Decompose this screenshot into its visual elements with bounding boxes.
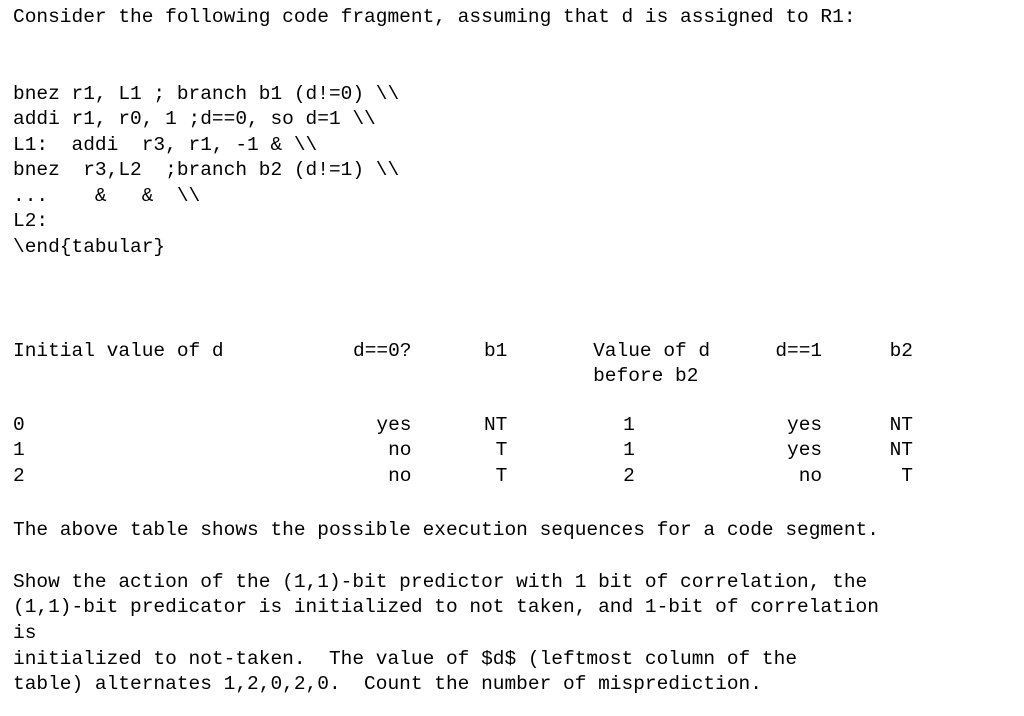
table-header-row: Initial value of d d==0? b1 Value of d be… <box>13 339 913 390</box>
spacer-cell <box>593 390 711 413</box>
document-page: Consider the following code fragment, as… <box>0 0 1024 716</box>
cell-gap <box>507 413 593 438</box>
cell-value-of-d-text: 1 <box>623 413 635 436</box>
cell-d-equals-0: no <box>388 464 412 487</box>
code-line-3: L1: addi r3, r1, -1 & \\ <box>13 134 318 156</box>
table-spacer-row <box>13 390 913 413</box>
code-line-1: bnez r1, L1 ; branch b1 (d!=0) \\ <box>13 83 400 105</box>
cell-value-of-d-text: 1 <box>623 439 635 462</box>
question-line-5: table) alternates 1,2,0,2,0. Count the n… <box>13 673 762 695</box>
cell-gap <box>507 464 593 489</box>
cell-b2: NT <box>889 439 913 462</box>
code-line-2: addi r1, r0, 1 ;d==0, so d=1 \\ <box>13 108 376 130</box>
paragraph-after-table: The above table shows the possible execu… <box>13 519 879 541</box>
code-line-6: L2: <box>13 210 49 232</box>
header-gap <box>507 339 593 390</box>
cell-initial-value: 2 <box>13 464 25 487</box>
spacer-cell <box>822 390 913 413</box>
cell-b2: NT <box>889 413 913 436</box>
header-b1: b1 <box>483 340 508 362</box>
spacer-cell <box>296 390 412 413</box>
cell-b1: T <box>495 464 508 487</box>
header-value-of-d-before-b2: Value of d before b2 <box>593 339 711 390</box>
cell-b1: T <box>495 439 508 462</box>
table-row: 2 no T 2 no T <box>13 464 913 489</box>
header-d-equals-1: d==1 <box>775 340 823 362</box>
header-value-of-d-line1: Value of d <box>593 340 711 362</box>
cell-d-equals-1: yes <box>787 439 823 462</box>
spacer-cell <box>711 390 822 413</box>
code-line-5: ... & & \\ <box>13 185 201 207</box>
cell-b2: T <box>901 464 913 487</box>
question-line-2: (1,1)-bit predicator is initialized to n… <box>13 596 879 618</box>
question-line-1: Show the action of the (1,1)-bit predict… <box>13 571 868 593</box>
spacer-cell <box>412 390 508 413</box>
cell-b1: NT <box>483 413 508 436</box>
spacer-cell <box>13 390 296 413</box>
intro-paragraph: Consider the following code fragment, as… <box>13 6 856 28</box>
cell-d-equals-0: yes <box>376 413 412 436</box>
cell-value-of-d: 1 <box>593 413 711 438</box>
question-line-3: is <box>13 622 37 644</box>
cell-initial-value: 1 <box>13 439 25 462</box>
header-value-of-d-line2: before b2 <box>593 365 699 388</box>
header-d-equals-0: d==0? <box>353 340 412 362</box>
cell-gap <box>507 438 593 463</box>
question-line-4: initialized to not-taken. The value of $… <box>13 648 798 670</box>
cell-value-of-d: 1 <box>593 438 711 463</box>
cell-initial-value: 0 <box>13 413 25 436</box>
cell-value-of-d: 2 <box>593 464 711 489</box>
execution-sequence-table: Initial value of d d==0? b1 Value of d be… <box>13 339 913 489</box>
cell-d-equals-1: yes <box>787 413 823 436</box>
cell-d-equals-0: no <box>388 439 412 462</box>
table-row: 1 no T 1 yes NT <box>13 438 913 463</box>
header-initial-value-of-d: Initial value of d <box>13 340 224 362</box>
cell-value-of-d-text: 2 <box>623 464 635 487</box>
table-row: 0 yes NT 1 yes NT <box>13 413 913 438</box>
code-line-7: \end{tabular} <box>13 236 166 258</box>
spacer-cell <box>507 390 593 413</box>
header-b2: b2 <box>889 340 913 362</box>
cell-d-equals-1: no <box>798 464 823 487</box>
code-line-4: bnez r3,L2 ;branch b2 (d!=1) \\ <box>13 159 400 181</box>
